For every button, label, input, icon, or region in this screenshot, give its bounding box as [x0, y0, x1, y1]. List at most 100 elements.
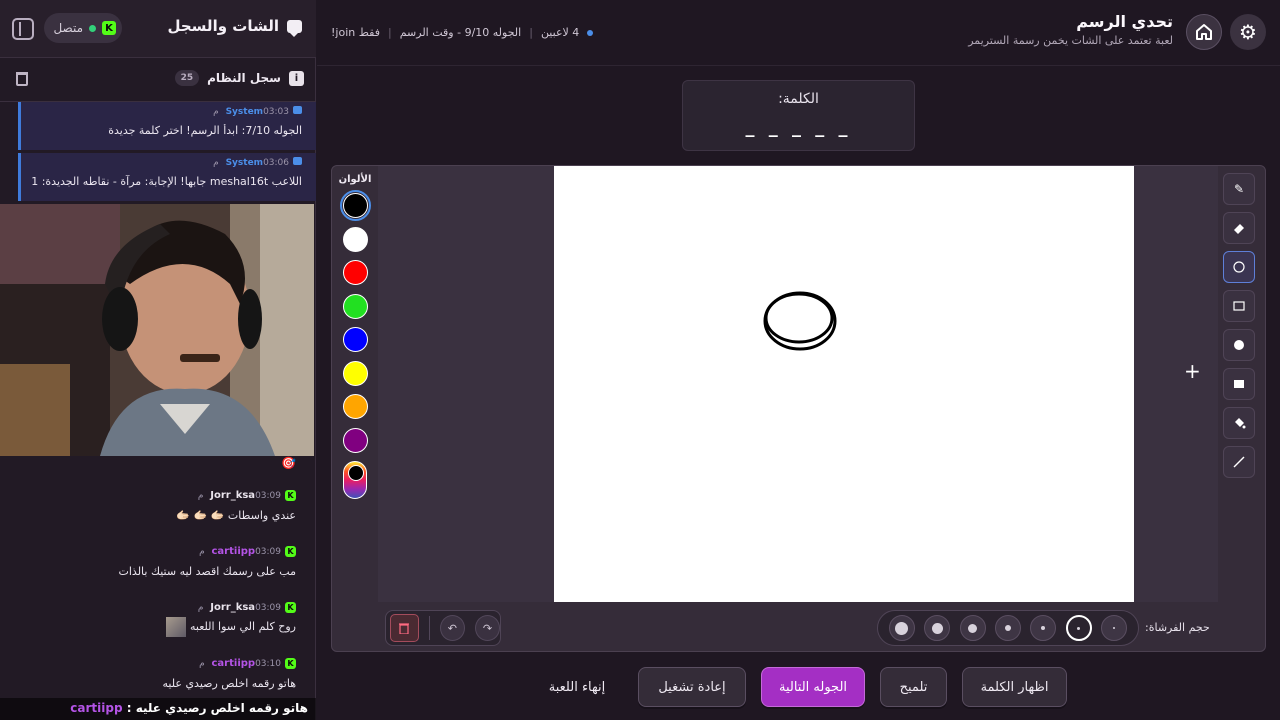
- chat-message: KJorr_ksa03:09 م عندي واسطات 🫱🏻 🫱🏻 🫱🏻: [0, 486, 316, 542]
- home-button[interactable]: [1186, 14, 1222, 50]
- redo-icon[interactable]: ↷: [474, 615, 500, 641]
- divider: [428, 616, 430, 640]
- info-icon: i: [289, 70, 304, 86]
- brush-size-option[interactable]: [994, 615, 1021, 641]
- kick-logo-icon: K: [102, 21, 116, 35]
- filled-rectangle-icon[interactable]: [1223, 368, 1255, 400]
- kick-logo-icon: K: [285, 546, 296, 557]
- status-label: متصل: [53, 21, 83, 35]
- drawn-circle-sketch: [763, 291, 837, 351]
- log-title-text: سجل النظام: [207, 71, 281, 85]
- brush-size-option[interactable]: [1030, 615, 1057, 641]
- chat-message-text: هاتو رقمه اخلص رصيدي عليه: [162, 677, 296, 690]
- restart-button[interactable]: إعادة تشغيل: [638, 667, 746, 707]
- sidebar-title-text: الشات والسجل: [167, 17, 279, 35]
- color-swatch-blue[interactable]: [342, 327, 368, 352]
- system-log-title: i سجل النظام 25: [174, 70, 304, 86]
- system-message-text: اللاعب meshal16t جابها! الإجابة: مرآة - …: [31, 175, 302, 188]
- ticker-text: هاتو رقمه اخلص رصيدي عليه :: [126, 701, 308, 715]
- brush-size-selector: [877, 610, 1139, 646]
- color-swatch-yellow[interactable]: [342, 360, 368, 386]
- sidebar-title: الشات والسجل: [167, 17, 302, 37]
- system-message-text: الجوله 7/10: ابدأ الرسم! اختر كلمة جديدة: [108, 124, 302, 137]
- brush-size-option-selected[interactable]: [1065, 615, 1092, 641]
- clear-log-trash-icon[interactable]: [16, 72, 28, 86]
- brush-size-label: حجم الفرشاة:: [1145, 621, 1210, 634]
- join-hint: !join فقط: [331, 26, 380, 39]
- color-swatch-black[interactable]: [339, 190, 371, 221]
- connection-status: متصل K: [44, 13, 122, 43]
- online-dot-icon: [89, 24, 96, 32]
- hint-button[interactable]: تلميح: [880, 667, 947, 707]
- kick-logo-icon: K: [285, 602, 296, 613]
- player-count: 4 لاعبين: [540, 26, 580, 39]
- brush-size-option[interactable]: [959, 615, 986, 641]
- color-swatch-purple[interactable]: [342, 427, 368, 453]
- word-display: الكلمة: _ _ _ _ _: [682, 80, 915, 151]
- top-bar: ⚙ تحدي الرسم لعبة تعتمد على الشات يخمن ر…: [317, 0, 1280, 66]
- chat-username[interactable]: Jorr_ksa: [210, 602, 255, 613]
- chat-sidebar: متصل K الشات والسجل i سجل النظام 25 Syst…: [0, 0, 316, 720]
- rectangle-outline-icon[interactable]: [1223, 290, 1255, 322]
- stream-badge-icon: 🎯: [281, 456, 296, 470]
- filled-circle-icon[interactable]: [1223, 329, 1255, 361]
- chat-message-text: مب على رسمك اقصد ليه ستيك بالذات: [118, 565, 296, 578]
- brush-size-option[interactable]: [924, 615, 951, 641]
- drawing-canvas[interactable]: [554, 166, 1134, 602]
- color-swatch-green[interactable]: [342, 293, 368, 319]
- brush-size-option[interactable]: [1101, 615, 1128, 641]
- word-label: الكلمة:: [778, 91, 819, 107]
- reveal-word-button[interactable]: اظهار الكلمة: [962, 667, 1067, 707]
- log-count-badge: 25: [174, 70, 200, 86]
- chat-message-text: عندي واسطات 🫱🏻 🫱🏻 🫱🏻: [176, 509, 296, 522]
- tool-palette: ✎: [1223, 173, 1257, 485]
- system-log-header: i سجل النظام 25: [0, 58, 316, 102]
- kick-logo-icon: K: [285, 658, 296, 669]
- emote-image: [165, 617, 186, 637]
- color-swatch-white[interactable]: [342, 226, 368, 252]
- chat-username[interactable]: cartiipp: [212, 546, 256, 557]
- bot-icon: [293, 157, 302, 165]
- game-subtitle: لعبة تعتمد على الشات يخمن رسمة الستريمر: [968, 34, 1173, 47]
- end-game-button[interactable]: إنهاء اللعبة: [531, 667, 623, 707]
- drawing-board: الألوان + ✎ ↶ ↷ حجم الفرشاة:: [331, 165, 1266, 652]
- kick-logo-icon: K: [285, 490, 296, 501]
- chat-username[interactable]: cartiipp: [212, 658, 256, 669]
- brush-icon[interactable]: ✎: [1223, 173, 1255, 205]
- circle-outline-icon[interactable]: [1223, 251, 1255, 283]
- clear-canvas-trash-icon[interactable]: [390, 614, 419, 642]
- stream-chat-ticker: هاتو رقمه اخلص رصيدي عليه : cartiipp: [0, 698, 316, 720]
- color-swatch-red[interactable]: [342, 260, 368, 285]
- line-icon[interactable]: [1223, 446, 1255, 478]
- colors-title: الألوان: [338, 174, 372, 185]
- drawing-area: +: [378, 166, 1218, 602]
- separator: |: [388, 26, 392, 39]
- separator: |: [529, 26, 533, 39]
- chat-message-text: روح كلم الي سوا اللعبه: [189, 620, 296, 633]
- system-message: System03:06 م اللاعب meshal16t جابها! ال…: [18, 153, 316, 201]
- next-round-button[interactable]: الجوله التالية: [761, 667, 865, 707]
- chat-bubble-icon: [287, 19, 302, 37]
- word-blanks: _ _ _ _ _: [745, 117, 852, 138]
- game-title-block: تحدي الرسم لعبة تعتمد على الشات يخمن رسم…: [968, 12, 1173, 47]
- system-sender: System: [225, 158, 264, 168]
- color-swatch-orange[interactable]: [342, 394, 368, 419]
- eraser-icon[interactable]: [1223, 212, 1255, 244]
- collapse-sidebar-icon[interactable]: [12, 18, 34, 40]
- home-icon: [1196, 24, 1212, 40]
- fill-bucket-icon[interactable]: [1223, 407, 1255, 439]
- color-palette: الألوان: [332, 174, 378, 499]
- settings-gear-icon[interactable]: ⚙: [1230, 14, 1266, 50]
- players-dot-icon: [587, 29, 594, 36]
- brush-size-option[interactable]: [888, 615, 915, 641]
- chat-message: Kcartiipp03:09 م مب على رسمك اقصد ليه ست…: [0, 542, 316, 598]
- system-message: System03:03 م الجوله 7/10: ابدأ الرسم! ا…: [18, 102, 316, 150]
- round-info: !join فقط | الجوله 9/10 - وقت الرسم | 4 …: [331, 26, 594, 39]
- custom-color-picker[interactable]: [343, 461, 367, 499]
- canvas-actions: ↶ ↷: [385, 610, 501, 646]
- undo-icon[interactable]: ↶: [439, 615, 465, 641]
- game-title: تحدي الرسم: [1076, 12, 1173, 31]
- chat-message: KJorr_ksa03:09 م روح كلم الي سوا اللعبه: [0, 598, 316, 654]
- round-status: الجوله 9/10 - وقت الرسم: [399, 26, 522, 39]
- chat-username[interactable]: Jorr_ksa: [210, 490, 255, 501]
